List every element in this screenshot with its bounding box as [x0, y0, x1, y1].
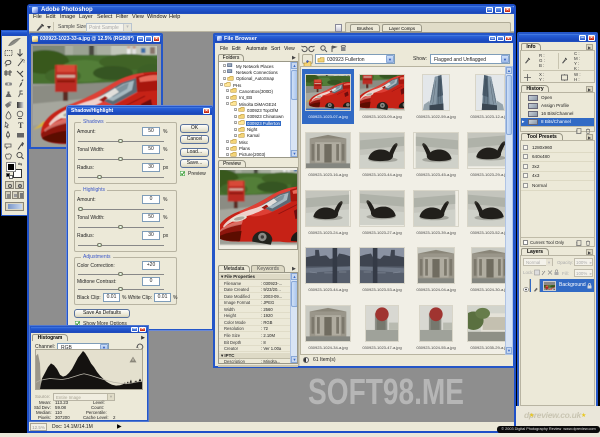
svg-text:T: T — [18, 121, 24, 130]
